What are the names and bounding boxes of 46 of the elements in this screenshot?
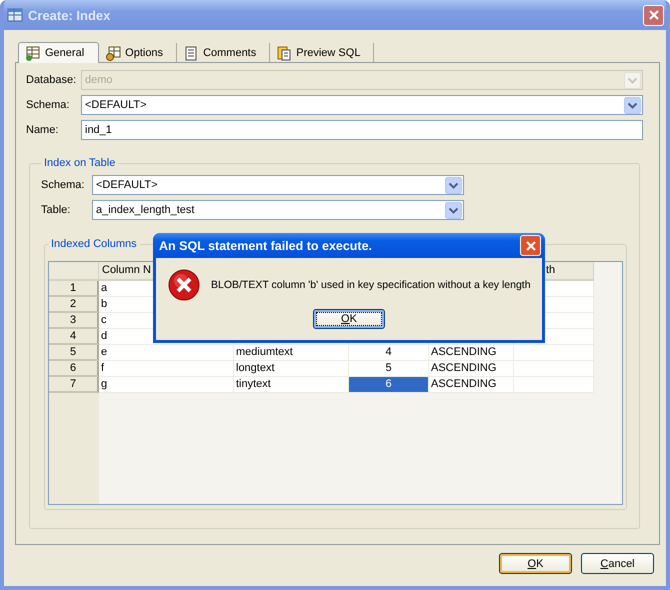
document-icon <box>183 44 200 60</box>
script-icon <box>276 44 292 60</box>
row-header: 5 <box>49 345 99 361</box>
table-icon <box>25 45 41 61</box>
table-cell: mediumtext <box>234 345 349 361</box>
table-cell: ASCENDING <box>429 377 514 393</box>
tab[interactable]: General <box>18 42 100 63</box>
table-cell: ASCENDING <box>429 361 514 377</box>
table-cell: g <box>99 377 234 393</box>
table-cell: longtext <box>234 361 349 377</box>
row-header: 4 <box>49 329 99 345</box>
field-label: Name: <box>26 124 60 136</box>
row-header: 2 <box>49 297 99 313</box>
dropdown[interactable]: <DEFAULT> <box>81 95 643 115</box>
window-title: Create: Index <box>28 8 112 22</box>
close-button[interactable] <box>520 235 541 256</box>
dropdown[interactable]: <DEFAULT> <box>92 175 464 195</box>
table-cell: ASCENDING <box>429 345 514 361</box>
row-header: 7 <box>49 377 99 393</box>
row-header: 3 <box>49 313 99 329</box>
table-cell: 6 <box>349 377 429 393</box>
input-field[interactable]: ind_1 <box>81 120 643 140</box>
database-icon <box>6 6 24 24</box>
field-label: Schema: <box>26 99 70 111</box>
row-header: 6 <box>49 361 99 377</box>
group-title: Index on Table <box>43 157 116 169</box>
field-label: Table: <box>41 204 72 216</box>
dropdown[interactable]: a_index_length_test <box>92 200 464 220</box>
field-label: Database: <box>26 74 78 86</box>
close-button[interactable] <box>643 4 664 26</box>
gear-icon <box>105 44 122 60</box>
table-cell: 4 <box>349 345 429 361</box>
field-label: Schema: <box>41 179 86 191</box>
close-icon <box>648 9 660 21</box>
table-cell: 5 <box>349 361 429 377</box>
dialog-title: An SQL statement failed to execute. <box>159 238 372 252</box>
close-icon <box>524 240 536 252</box>
ok-button[interactable]: OK <box>313 309 385 329</box>
error-icon <box>168 269 200 301</box>
row-header: 1 <box>49 281 99 297</box>
cancel-button[interactable]: Cancel <box>581 553 654 574</box>
table-cell: tinytext <box>234 377 349 393</box>
group-title: Indexed Columns <box>50 238 138 250</box>
ok-button[interactable]: OK <box>499 553 572 574</box>
table-cell: f <box>99 361 234 377</box>
table-cell: e <box>99 345 234 361</box>
